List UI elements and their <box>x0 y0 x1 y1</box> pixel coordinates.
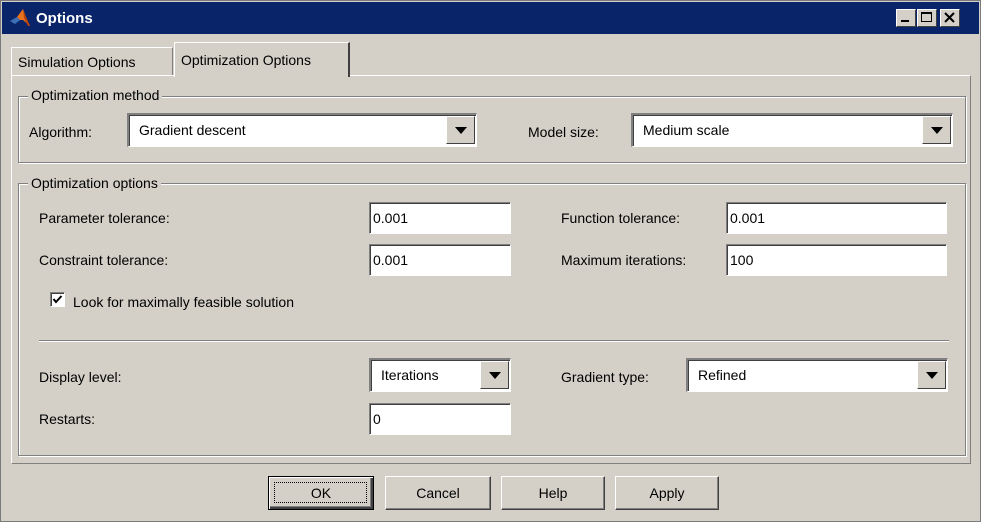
cancel-button[interactable]: Cancel <box>385 476 491 510</box>
constraint-tolerance-value: 0.001 <box>373 252 409 268</box>
parameter-tolerance-value: 0.001 <box>373 210 409 226</box>
help-button[interactable]: Help <box>501 476 605 510</box>
maximum-iterations-label: Maximum iterations: <box>561 252 687 268</box>
gradient-type-value: Refined <box>698 367 747 383</box>
maximize-icon <box>921 12 932 22</box>
checkmark-icon <box>52 295 63 304</box>
help-button-label: Help <box>538 485 568 501</box>
apply-button-label: Apply <box>649 485 685 501</box>
parameter-tolerance-label: Parameter tolerance: <box>39 210 170 226</box>
algorithm-dropdown[interactable]: Gradient descent <box>127 113 477 147</box>
window-title: Options <box>36 10 93 27</box>
function-tolerance-label: Function tolerance: <box>561 210 681 226</box>
display-level-label: Display level: <box>39 369 122 385</box>
display-level-dropdown-arrow[interactable] <box>480 361 509 389</box>
restarts-input[interactable]: 0 <box>369 403 511 435</box>
function-tolerance-input[interactable]: 0.001 <box>726 202 947 234</box>
constraint-tolerance-input[interactable]: 0.001 <box>369 244 511 276</box>
ok-button[interactable]: OK <box>268 476 374 510</box>
options-dialog: Options Simulation Options Optimization … <box>0 0 981 522</box>
algorithm-value: Gradient descent <box>139 122 246 138</box>
gradient-type-dropdown[interactable]: Refined <box>686 358 948 392</box>
tab-simulation-options[interactable]: Simulation Options <box>11 47 173 75</box>
options-divider <box>39 340 949 342</box>
display-level-value: Iterations <box>381 367 439 383</box>
display-level-dropdown[interactable]: Iterations <box>369 358 511 392</box>
model-size-value: Medium scale <box>643 122 730 138</box>
parameter-tolerance-input[interactable]: 0.001 <box>369 202 511 234</box>
gradient-type-dropdown-arrow[interactable] <box>917 361 946 389</box>
algorithm-label: Algorithm: <box>29 124 93 140</box>
title-bar[interactable]: Options <box>2 2 979 34</box>
chevron-down-icon <box>455 127 467 134</box>
matlab-logo-icon <box>10 9 30 26</box>
tab-optimization-options[interactable]: Optimization Options <box>174 42 350 77</box>
model-size-label: Model size: <box>528 124 599 140</box>
maximally-feasible-checkbox[interactable] <box>50 292 65 307</box>
maximum-iterations-input[interactable]: 100 <box>726 244 947 276</box>
algorithm-dropdown-arrow[interactable] <box>446 116 475 144</box>
chevron-down-icon <box>489 372 501 379</box>
focus-rect <box>274 482 367 503</box>
function-tolerance-value: 0.001 <box>730 210 766 226</box>
apply-button[interactable]: Apply <box>615 476 719 510</box>
restarts-value: 0 <box>373 411 381 427</box>
optimization-options-legend: Optimization options <box>28 175 161 191</box>
minimize-button[interactable] <box>896 9 916 27</box>
maximum-iterations-value: 100 <box>730 252 754 268</box>
gradient-type-label: Gradient type: <box>561 369 649 385</box>
chevron-down-icon <box>926 372 938 379</box>
model-size-dropdown[interactable]: Medium scale <box>631 113 953 147</box>
chevron-down-icon <box>931 127 943 134</box>
model-size-dropdown-arrow[interactable] <box>922 116 951 144</box>
cancel-button-label: Cancel <box>416 485 460 501</box>
close-icon <box>944 12 955 23</box>
minimize-icon <box>901 20 909 22</box>
maximize-button[interactable] <box>917 9 937 27</box>
restarts-label: Restarts: <box>39 411 96 427</box>
optimization-method-legend: Optimization method <box>28 87 163 103</box>
maximally-feasible-label[interactable]: Look for maximally feasible solution <box>73 293 294 311</box>
constraint-tolerance-label: Constraint tolerance: <box>39 252 169 268</box>
close-button[interactable] <box>940 9 960 27</box>
